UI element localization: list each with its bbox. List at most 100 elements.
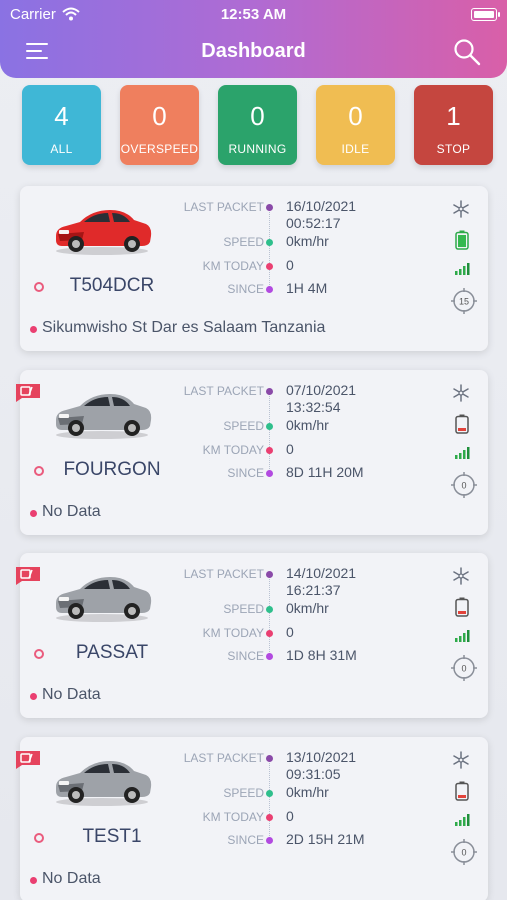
vehicle-address: No Data	[42, 503, 101, 520]
status-ring-icon	[34, 649, 44, 659]
battery-icon	[471, 8, 500, 21]
last-packet-label: LAST PACKET	[183, 384, 264, 398]
speed-value: 0km/hr	[286, 600, 329, 616]
timeline-dot	[266, 423, 273, 430]
vehicle-address: No Data	[42, 870, 101, 887]
km-today-label: KM TODAY	[202, 626, 264, 640]
last-packet-label: LAST PACKET	[183, 567, 264, 581]
since-label: SINCE	[227, 282, 264, 296]
stat-label: RUNNING	[228, 142, 287, 156]
timeline-dot	[266, 239, 273, 246]
vehicle-card[interactable]: PASSAT No Data LAST PACKET 14/10/2021 16…	[16, 553, 488, 718]
stat-all[interactable]: 4 ALL	[22, 85, 101, 165]
vehicle-address: No Data	[42, 686, 101, 703]
search-icon[interactable]	[453, 38, 481, 66]
app-header: Carrier 12:53 AM Dashboard	[0, 0, 507, 78]
location-dot-icon	[30, 693, 37, 700]
stat-overspeed[interactable]: 0 OVERSPEED	[120, 85, 199, 165]
km-today-value: 0	[286, 441, 294, 457]
gauge-value: 0	[461, 848, 466, 858]
last-packet-date: 16/10/2021	[286, 198, 357, 214]
stat-count: 0	[250, 101, 265, 131]
vehicle-card[interactable]: FOURGON No Data LAST PACKET 07/10/2021 1…	[16, 370, 488, 535]
timeline-dot	[266, 606, 273, 613]
since-label: SINCE	[227, 649, 264, 663]
signal-icon	[455, 814, 470, 826]
stat-label: STOP	[436, 142, 471, 156]
status-summary: 4 ALL 0 OVERSPEED 0 RUNNING 0 IDLE 1 STO…	[22, 85, 494, 165]
speed-value: 0km/hr	[286, 233, 329, 249]
km-today-label: KM TODAY	[202, 259, 264, 273]
km-today-label: KM TODAY	[202, 810, 264, 824]
vehicle-car-icon	[56, 761, 152, 806]
km-today-value: 0	[286, 624, 294, 640]
last-packet-time: 00:52:17	[286, 215, 341, 231]
timeline-dot	[266, 790, 273, 797]
alert-flag-icon	[16, 384, 40, 402]
snowflake-icon	[453, 567, 469, 585]
last-packet-time: 16:21:37	[286, 582, 341, 598]
timeline-dot	[266, 837, 273, 844]
stat-count: 0	[152, 101, 167, 131]
signal-icon	[455, 263, 470, 275]
vehicle-card[interactable]: T504DCR Sikumwisho St Dar es Salaam Tanz…	[20, 186, 488, 351]
stat-count: 1	[446, 101, 461, 131]
timeline-divider	[269, 757, 270, 842]
timeline-divider	[269, 390, 270, 475]
speed-value: 0km/hr	[286, 784, 329, 800]
vehicle-car-icon	[56, 394, 152, 439]
page-title: Dashboard	[201, 40, 306, 62]
stat-idle[interactable]: 0 IDLE	[316, 85, 395, 165]
stat-label: IDLE	[341, 142, 370, 156]
vehicle-card[interactable]: TEST1 No Data LAST PACKET 13/10/2021 09:…	[16, 737, 488, 900]
speed-value: 0km/hr	[286, 417, 329, 433]
stat-stop[interactable]: 1 STOP	[414, 85, 493, 165]
since-value: 8D 11H 20M	[286, 464, 364, 480]
timeline-dot	[266, 204, 273, 211]
stat-label: OVERSPEED	[120, 142, 199, 156]
timeline-divider	[269, 206, 270, 291]
gauge-value: 0	[461, 481, 466, 491]
speed-label: SPEED	[223, 419, 264, 433]
gauge-value: 15	[459, 297, 469, 307]
stat-running[interactable]: 0 RUNNING	[218, 85, 297, 165]
stat-count: 0	[348, 101, 363, 131]
snowflake-icon	[453, 751, 469, 769]
since-label: SINCE	[227, 833, 264, 847]
last-packet-label: LAST PACKET	[183, 751, 264, 765]
timeline-divider	[269, 573, 270, 658]
snowflake-icon	[453, 200, 469, 218]
last-packet-date: 13/10/2021	[286, 749, 357, 765]
location-dot-icon	[30, 326, 37, 333]
timeline-dot	[266, 630, 273, 637]
battery-level-icon	[455, 230, 469, 255]
km-today-value: 0	[286, 257, 294, 273]
alert-flag-icon	[16, 567, 40, 585]
gauge-value: 0	[461, 664, 466, 674]
location-dot-icon	[30, 510, 37, 517]
alert-flag-icon	[16, 751, 40, 769]
timeline-dot	[266, 571, 273, 578]
last-packet-label: LAST PACKET	[183, 200, 264, 214]
since-label: SINCE	[227, 466, 264, 480]
status-bar: Carrier 12:53 AM	[0, 4, 507, 26]
last-packet-time: 13:32:54	[286, 399, 341, 415]
battery-level-icon	[455, 414, 469, 439]
speed-gauge-icon: 0	[451, 655, 477, 681]
status-ring-icon	[34, 466, 44, 476]
km-today-value: 0	[286, 808, 294, 824]
vehicle-car-icon	[56, 577, 152, 622]
timeline-dot	[266, 388, 273, 395]
signal-icon	[455, 630, 470, 642]
last-packet-date: 07/10/2021	[286, 382, 357, 398]
timeline-dot	[266, 470, 273, 477]
status-ring-icon	[34, 282, 44, 292]
battery-level-icon	[455, 597, 469, 622]
speed-gauge-icon: 0	[451, 472, 477, 498]
since-value: 2D 15H 21M	[286, 831, 365, 847]
since-value: 1D 8H 31M	[286, 647, 357, 663]
stat-count: 4	[54, 101, 69, 131]
snowflake-icon	[453, 384, 469, 402]
speed-gauge-icon: 0	[451, 839, 477, 865]
clock: 12:53 AM	[220, 6, 287, 23]
